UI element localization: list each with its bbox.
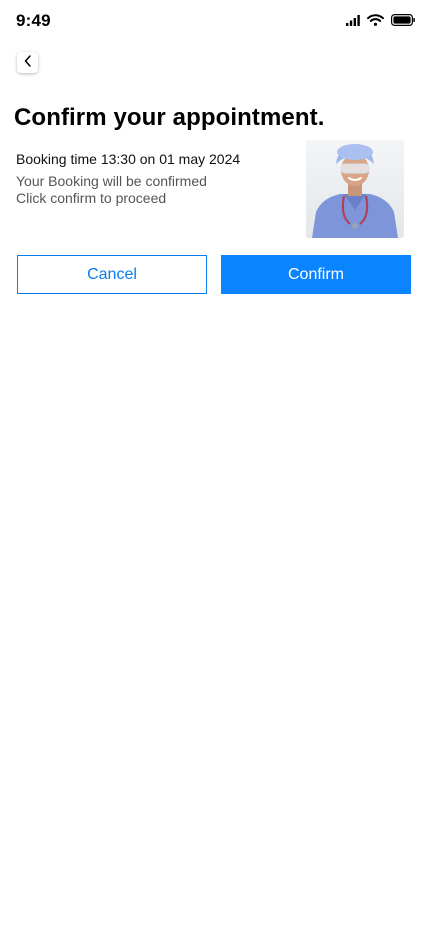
proceed-instruction: Click confirm to proceed [16,190,167,206]
status-icons [346,14,415,26]
cellular-signal-icon [346,14,360,26]
status-bar: 9:49 [0,0,430,44]
back-button[interactable] [17,52,38,73]
battery-icon [391,14,415,26]
confirm-button[interactable]: Confirm [221,255,411,294]
chevron-left-icon [23,54,33,72]
status-time: 9:49 [16,11,51,30]
booking-time-text: Booking time 13:30 on 01 may 2024 [16,151,241,167]
appointment-confirm-screen: 9:49 Confirm your appointment. Booking t… [0,0,430,932]
confirmation-note: Your Booking will be confirmed [16,173,207,189]
wifi-icon [367,14,384,26]
doctor-photo [306,140,404,238]
page-title: Confirm your appointment. [14,104,325,131]
cancel-button[interactable]: Cancel [17,255,207,294]
